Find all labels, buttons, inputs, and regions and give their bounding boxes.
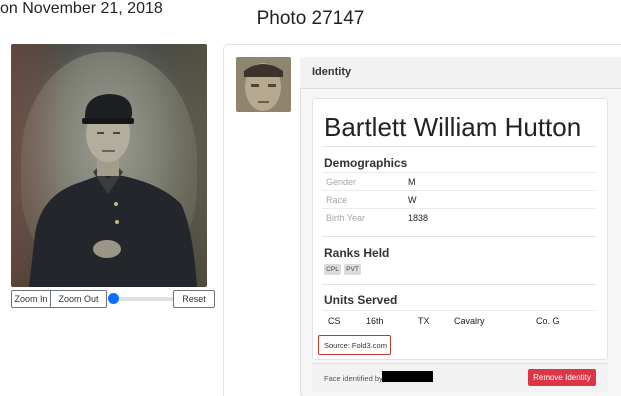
redacted-username bbox=[382, 371, 433, 382]
zoom-controls: Zoom In Zoom Out Reset bbox=[11, 290, 215, 309]
unit-company: Co. G bbox=[536, 316, 560, 326]
reset-button[interactable]: Reset bbox=[173, 290, 215, 308]
remove-identity-button[interactable]: Remove Identity bbox=[528, 369, 596, 386]
source-text: Source: Fold3.com bbox=[324, 341, 387, 350]
unit-branch: Cavalry bbox=[454, 316, 485, 326]
demographics-row: Gender M bbox=[322, 172, 596, 190]
unit-number: 16th bbox=[366, 316, 384, 326]
page-title: Photo 27147 bbox=[256, 8, 365, 29]
demographics-title: Demographics bbox=[324, 156, 408, 170]
demographics-value: W bbox=[408, 195, 417, 205]
soldier-portrait bbox=[29, 94, 197, 287]
demographics-row: Race W bbox=[322, 190, 596, 208]
unit-side: CS bbox=[328, 316, 341, 326]
face-thumbnail-image bbox=[236, 57, 291, 112]
rank-badge: PVT bbox=[344, 264, 361, 275]
zoom-out-button[interactable]: Zoom Out bbox=[50, 290, 107, 308]
demographics-label: Birth Year bbox=[326, 213, 366, 223]
demographics-label: Gender bbox=[326, 177, 357, 187]
identity-card-header: Identity bbox=[300, 57, 621, 89]
main-photo[interactable] bbox=[11, 44, 207, 287]
zoom-slider-track[interactable] bbox=[112, 297, 180, 301]
demographics-value: M bbox=[408, 177, 416, 187]
divider bbox=[322, 284, 596, 285]
ranks-title: Ranks Held bbox=[324, 246, 390, 260]
zoom-in-button[interactable]: Zoom In bbox=[11, 290, 51, 308]
identity-header-label: Identity bbox=[312, 66, 352, 78]
person-name: Bartlett William Hutton bbox=[324, 112, 582, 142]
demographics-label: Race bbox=[326, 195, 348, 205]
source-link[interactable]: Source: Fold3.com bbox=[318, 335, 391, 355]
face-thumbnail[interactable] bbox=[236, 57, 291, 112]
demographics-value: 1838 bbox=[408, 213, 429, 223]
zoom-slider-thumb[interactable] bbox=[108, 293, 119, 304]
rank-badge: CPL bbox=[324, 264, 341, 275]
divider bbox=[322, 236, 596, 237]
divider bbox=[322, 146, 596, 147]
identified-by-text: Face identified by bbox=[324, 374, 383, 383]
demographics-row: Birth Year 1838 bbox=[322, 208, 596, 226]
unit-row: CS 16th TX Cavalry Co. G bbox=[322, 310, 596, 330]
units-title: Units Served bbox=[324, 293, 398, 307]
unit-state: TX bbox=[418, 316, 430, 326]
